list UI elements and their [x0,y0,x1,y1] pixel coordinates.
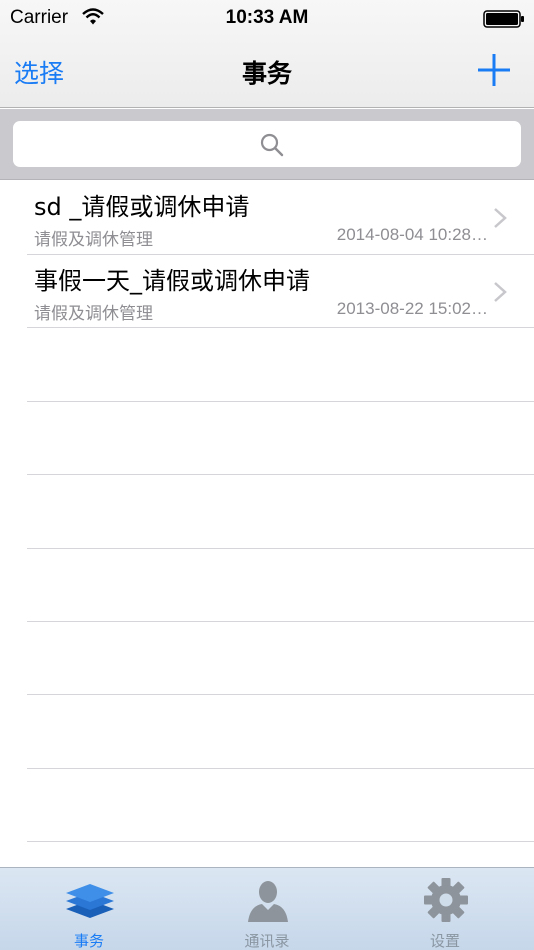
battery-icon [483,10,524,28]
status-bar: Carrier 10:33 AM [0,0,534,38]
tab-label: 事务 [73,932,104,950]
stack-icon [66,884,114,918]
item-subtitle: 请假及调休管理 [34,304,153,324]
chevron-right-icon [494,208,507,228]
plus-icon[interactable] [474,50,514,90]
item-title: sd _请假或调休申请 [34,193,250,221]
tab-label: 通讯录 [244,932,290,950]
row-separator [27,327,534,328]
status-time: 10:33 AM [225,7,309,28]
row-separator [27,694,534,695]
select-button[interactable]: 选择 [14,54,64,90]
tab-bar: 事务 通讯录 设置 [0,867,534,950]
item-title: 事假一天_请假或调休申请 [34,267,310,295]
item-date: 2014-08-04 10:28… [336,225,488,244]
row-separator [27,621,534,622]
navigation-bar: 选择 事务 [0,38,534,108]
task-list: sd _请假或调休申请 请假及调休管理 2014-08-04 10:28… 事假… [0,181,534,867]
tab-settings[interactable]: 设置 [356,868,534,950]
header: Carrier 10:33 AM 选择 事务 [0,0,534,108]
person-icon [248,881,288,922]
row-separator [27,841,534,842]
tab-contacts[interactable]: 通讯录 [178,868,356,950]
page-title: 事务 [241,59,292,88]
chevron-right-icon [494,282,507,302]
gear-icon [424,878,468,922]
row-separator [27,768,534,769]
item-subtitle: 请假及调休管理 [34,230,153,250]
search-bar [0,109,534,180]
list-item[interactable]: sd _请假或调休申请 请假及调休管理 2014-08-04 10:28… [0,181,534,254]
row-separator [27,401,534,402]
tab-label: 设置 [429,932,460,950]
search-input[interactable] [13,121,521,167]
tab-tasks[interactable]: 事务 [0,868,178,950]
row-separator [27,548,534,549]
search-icon [260,133,284,157]
item-date: 2013-08-22 15:02… [336,299,488,318]
row-separator [27,474,534,475]
list-item[interactable]: 事假一天_请假或调休申请 请假及调休管理 2013-08-22 15:02… [0,255,534,328]
